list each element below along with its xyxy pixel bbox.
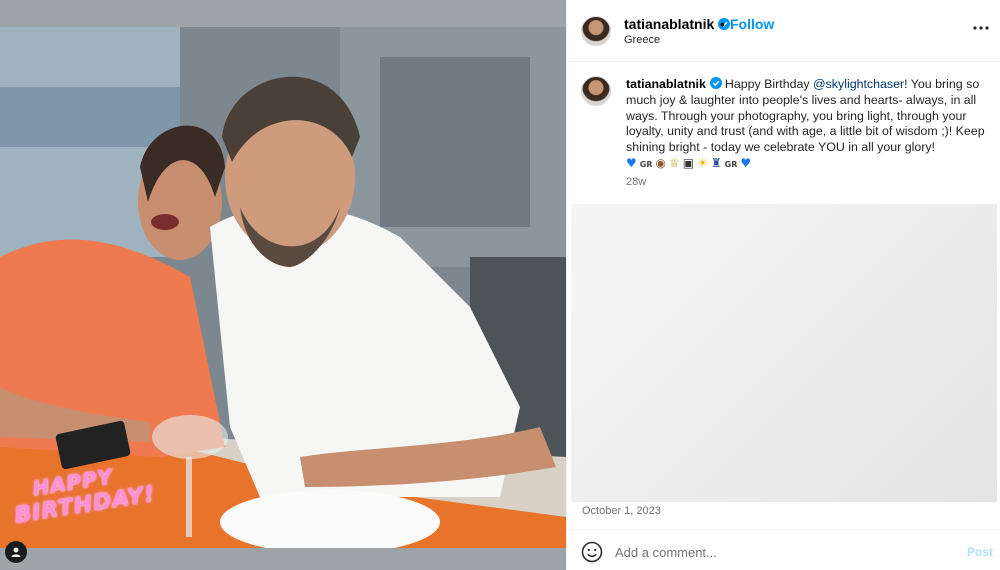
photo-letterbox-top <box>0 0 566 27</box>
caption-row: tatianablatnik Happy Birthday @skylightch… <box>567 62 1000 204</box>
bottle-icon: ♜ <box>710 155 722 170</box>
sun-icon: ☀ <box>697 155 708 170</box>
post-location[interactable]: Greece <box>624 34 660 46</box>
blue-heart-icon: ♥ <box>626 155 637 170</box>
trophy-icon: ♕ <box>668 155 680 170</box>
post-header: tatianablatnik • Follow Greece <box>567 0 1000 62</box>
comment-input[interactable] <box>615 539 945 565</box>
post-date[interactable]: October 1, 2023 <box>582 505 661 517</box>
caption-text: tatianablatnik Happy Birthday @skylightch… <box>626 77 986 173</box>
post-photo-pane: HAPPY BIRTHDAY! <box>0 0 566 570</box>
more-options-button[interactable] <box>971 18 991 38</box>
comments-area-placeholder <box>571 204 997 502</box>
post-comment-button[interactable]: Post <box>967 545 993 559</box>
follow-button[interactable]: Follow <box>730 16 774 32</box>
verified-badge-icon <box>709 77 722 89</box>
photo-letterbox-bottom <box>0 548 566 570</box>
caption-author-username[interactable]: tatianablatnik <box>626 77 722 91</box>
caption-mention-link[interactable]: @skylightchaser <box>813 77 904 91</box>
greece-flag-icon: GR <box>639 159 653 169</box>
header-separator: • <box>720 16 725 32</box>
tagged-users-button[interactable] <box>5 541 27 563</box>
emoji-picker-icon[interactable] <box>581 541 603 563</box>
greece-flag-icon: GR <box>724 159 738 169</box>
blue-heart-icon: ♥ <box>740 155 752 170</box>
caption-body-start: Happy Birthday <box>724 77 814 91</box>
comment-bar: Post <box>567 529 1000 570</box>
camera-icon: ▣ <box>682 155 695 170</box>
user-icon <box>11 547 21 557</box>
caption-time-ago[interactable]: 28w <box>626 176 646 188</box>
caption-author-avatar[interactable] <box>581 76 611 106</box>
more-horizontal-icon <box>973 26 989 30</box>
cake-icon: ◉ <box>655 155 666 170</box>
author-avatar[interactable] <box>581 16 611 46</box>
author-username[interactable]: tatianablatnik <box>624 16 731 32</box>
post-side-panel: tatianablatnik • Follow Greece tatianabl… <box>566 0 1000 570</box>
caption-emoji-row: ♥ GR ◉ ♕ ▣ ☀ ♜ GR ♥ <box>626 156 754 170</box>
